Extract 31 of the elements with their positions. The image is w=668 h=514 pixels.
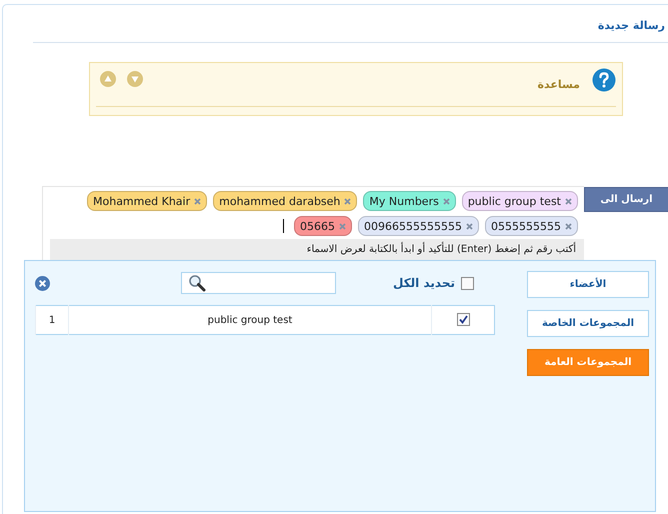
expand-icon[interactable] (127, 71, 143, 87)
picker-tab[interactable]: الأعضاء (527, 271, 649, 298)
close-icon[interactable] (35, 276, 50, 290)
remove-icon[interactable] (466, 222, 473, 230)
text-cursor (283, 219, 284, 233)
remove-icon[interactable] (194, 198, 202, 204)
recipient-tag[interactable]: Mohammed Khair (87, 191, 208, 211)
remove-icon[interactable] (442, 198, 450, 204)
row-number: 1 (48, 314, 56, 326)
page-title: رسالة جديدة (596, 18, 665, 34)
select-all-checkbox[interactable]: تحديد الكل (374, 276, 474, 290)
search-field[interactable] (181, 272, 336, 294)
recipient-tag[interactable]: 05665 (294, 216, 352, 236)
help-icon (592, 68, 616, 92)
recipient-tag[interactable]: 0555555555 (485, 216, 578, 236)
recipient-tag[interactable]: My Numbers (363, 191, 456, 211)
recipient-tag[interactable]: mohammed darabseh (213, 191, 358, 211)
row-checkbox[interactable] (456, 313, 470, 326)
recipient-tag[interactable]: public group test (462, 191, 578, 211)
picker-tab[interactable]: المجموعات الخاصة (527, 310, 649, 337)
remove-icon[interactable] (339, 222, 346, 230)
send-to-button[interactable]: ارسال الى (584, 187, 668, 212)
remove-icon[interactable] (344, 198, 352, 204)
collapse-icon[interactable] (100, 71, 116, 87)
help-title: مساعدة (538, 78, 580, 91)
remove-icon[interactable] (565, 222, 572, 230)
group-name: public group test (208, 314, 292, 326)
remove-icon[interactable] (565, 198, 572, 204)
recipient-tag[interactable]: 00966555555555 (358, 216, 479, 236)
search-icon (188, 274, 206, 292)
input-hint: أكتب رقم ثم إضغط (Enter) للتأكيد أو ابدأ بالكتابة لعرض الاسماء (50, 239, 584, 262)
